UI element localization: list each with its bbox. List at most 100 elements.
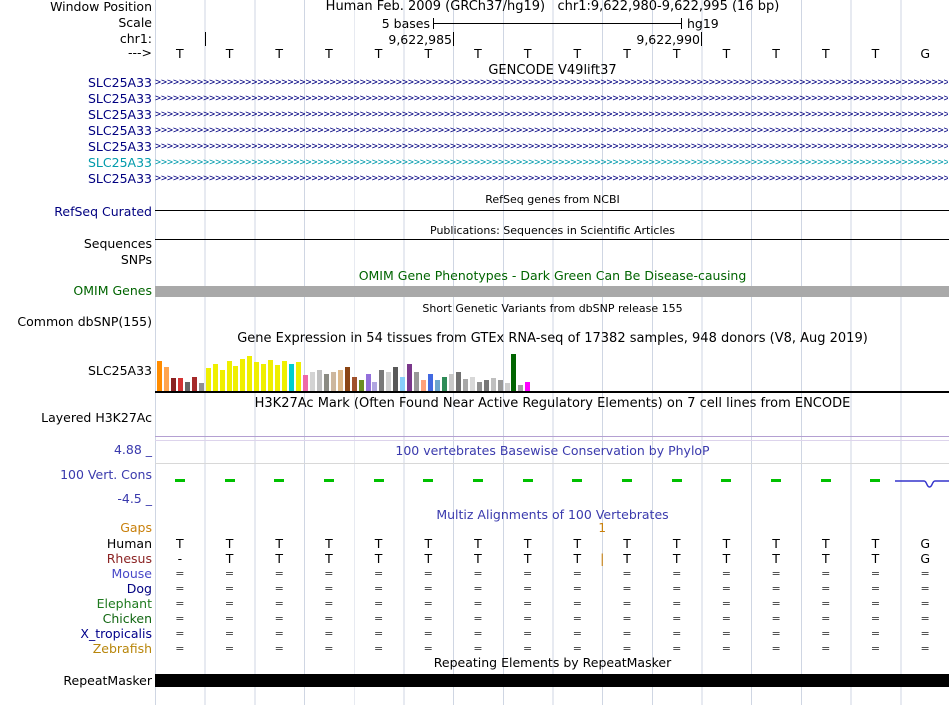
- gtex-bar-10[interactable]: [219, 370, 225, 391]
- gtex-bar-6[interactable]: [191, 377, 197, 391]
- gtex-bar-16[interactable]: [261, 364, 267, 391]
- gtex-bar-49[interactable]: [490, 378, 496, 391]
- gtex-bar-27[interactable]: [337, 370, 343, 391]
- species-label-rhesus[interactable]: Rhesus: [0, 551, 152, 566]
- gtex-bar-8[interactable]: [205, 368, 211, 391]
- species-label-dog[interactable]: Dog: [0, 581, 152, 596]
- gtex-bar-29[interactable]: [351, 377, 357, 391]
- species-label-elephant[interactable]: Elephant: [0, 596, 152, 611]
- repeatmasker-center-label[interactable]: Repeating Elements by RepeatMasker: [155, 656, 950, 670]
- phylop-center-label[interactable]: 100 vertebrates Basewise Conservation by…: [155, 444, 950, 458]
- gene-label-1[interactable]: SLC25A33: [0, 75, 152, 91]
- snps-track-label[interactable]: SNPs: [0, 253, 152, 267]
- species-label-x-tropicalis[interactable]: X_tropicalis: [0, 626, 152, 641]
- gtex-bar-48[interactable]: [483, 380, 489, 391]
- gtex-bar-2[interactable]: [163, 367, 169, 391]
- alignment-row-mouse[interactable]: = = = = = = = = = = = = = = = =: [155, 566, 950, 581]
- alignment-row-chicken[interactable]: = = = = = = = = = = = = = = = =: [155, 611, 950, 626]
- gene-label-5[interactable]: SLC25A33: [0, 139, 152, 155]
- h3k27ac-center-label[interactable]: H3K27Ac Mark (Often Found Near Active Re…: [155, 397, 950, 411]
- species-label-human[interactable]: Human: [0, 536, 152, 551]
- alignment-row-dog[interactable]: = = = = = = = = = = = = = = = =: [155, 581, 950, 596]
- alignment-row-elephant[interactable]: = = = = = = = = = = = = = = = =: [155, 596, 950, 611]
- gtex-bar-52[interactable]: [511, 354, 517, 391]
- omim-track-bar[interactable]: [155, 286, 949, 297]
- gtex-bar-38[interactable]: [414, 372, 420, 391]
- gtex-bar-39[interactable]: [421, 380, 427, 391]
- gtex-bar-22[interactable]: [302, 375, 308, 391]
- gene-label-7[interactable]: SLC25A33: [0, 171, 152, 187]
- dbsnp-center-label[interactable]: Short Genetic Variants from dbSNP releas…: [155, 302, 950, 316]
- gtex-bar-44[interactable]: [455, 372, 461, 391]
- gtex-bar-5[interactable]: [184, 382, 190, 391]
- h3k27ac-track-label[interactable]: Layered H3K27Ac: [0, 411, 152, 425]
- gtex-bar-7[interactable]: [198, 383, 204, 391]
- gene-arrow-row-1[interactable]: >>>>>>>>>>>>>>>>>>>>>>>>>>>>>>>>>>>>>>>>…: [155, 75, 948, 91]
- gtex-bar-30[interactable]: [358, 380, 364, 391]
- gtex-center-label[interactable]: Gene Expression in 54 tissues from GTEx …: [155, 332, 950, 346]
- refseq-track-label[interactable]: RefSeq Curated: [0, 205, 152, 219]
- gene-arrow-row-5[interactable]: >>>>>>>>>>>>>>>>>>>>>>>>>>>>>>>>>>>>>>>>…: [155, 139, 948, 155]
- repeatmasker-track-bar[interactable]: [155, 674, 949, 687]
- gtex-gene-label[interactable]: SLC25A33: [0, 364, 152, 378]
- gtex-bar-47[interactable]: [476, 382, 482, 391]
- gtex-bar-23[interactable]: [309, 372, 315, 391]
- publications-track-line[interactable]: [155, 239, 949, 240]
- species-label-mouse[interactable]: Mouse: [0, 566, 152, 581]
- gene-arrow-row-6[interactable]: >>>>>>>>>>>>>>>>>>>>>>>>>>>>>>>>>>>>>>>>…: [155, 155, 948, 171]
- gtex-bar-51[interactable]: [504, 383, 510, 391]
- species-label-zebrafish[interactable]: Zebrafish: [0, 641, 152, 656]
- gtex-bar-21[interactable]: [296, 362, 301, 391]
- gene-label-6[interactable]: SLC25A33: [0, 155, 152, 171]
- gene-arrow-row-7[interactable]: >>>>>>>>>>>>>>>>>>>>>>>>>>>>>>>>>>>>>>>>…: [155, 171, 948, 187]
- gtex-bar-20[interactable]: [289, 364, 295, 391]
- gtex-bar-17[interactable]: [268, 360, 274, 391]
- gtex-bar-41[interactable]: [435, 380, 440, 391]
- alignment-row-rhesus[interactable]: - T T T T T T T T T T T T T T G |: [155, 551, 950, 566]
- alignment-row-zebrafish[interactable]: = = = = = = = = = = = = = = = =: [155, 641, 950, 656]
- gtex-bar-33[interactable]: [379, 370, 385, 391]
- gtex-bar-34[interactable]: [386, 372, 392, 391]
- h3k27ac-signal-line[interactable]: [155, 436, 949, 437]
- gtex-bar-37[interactable]: [407, 364, 413, 391]
- phylop-track-label[interactable]: 100 Vert. Cons: [0, 468, 152, 482]
- omim-track-label[interactable]: OMIM Genes: [0, 284, 152, 298]
- gtex-bar-45[interactable]: [462, 379, 468, 391]
- gtex-bar-31[interactable]: [365, 374, 371, 391]
- gtex-bar-36[interactable]: [400, 377, 406, 391]
- gene-arrow-row-4[interactable]: >>>>>>>>>>>>>>>>>>>>>>>>>>>>>>>>>>>>>>>>…: [155, 123, 948, 139]
- gene-label-4[interactable]: SLC25A33: [0, 123, 152, 139]
- gtex-bar-50[interactable]: [497, 380, 503, 391]
- gtex-bar-42[interactable]: [441, 377, 447, 391]
- gtex-bar-24[interactable]: [316, 370, 322, 391]
- gtex-bar-1[interactable]: [157, 361, 162, 391]
- publications-center-label[interactable]: Publications: Sequences in Scientific Ar…: [155, 224, 950, 238]
- gene-label-3[interactable]: SLC25A33: [0, 107, 152, 123]
- gtex-bar-19[interactable]: [282, 361, 288, 391]
- alignment-row-x-tropicalis[interactable]: = = = = = = = = = = = = = = = =: [155, 626, 950, 641]
- gene-label-2[interactable]: SLC25A33: [0, 91, 152, 107]
- multiz-center-label[interactable]: Multiz Alignments of 100 Vertebrates: [155, 508, 950, 522]
- gtex-bar-18[interactable]: [275, 365, 281, 391]
- gtex-bar-40[interactable]: [428, 374, 434, 391]
- gtex-bar-26[interactable]: [330, 372, 336, 391]
- gtex-bar-4[interactable]: [177, 378, 183, 391]
- gtex-bar-54[interactable]: [525, 382, 531, 391]
- omim-center-label[interactable]: OMIM Gene Phenotypes - Dark Green Can Be…: [155, 269, 950, 283]
- gtex-bar-9[interactable]: [212, 364, 218, 391]
- gtex-bar-12[interactable]: [233, 366, 239, 391]
- gtex-bar-15[interactable]: [254, 362, 260, 391]
- gene-arrow-row-3[interactable]: >>>>>>>>>>>>>>>>>>>>>>>>>>>>>>>>>>>>>>>>…: [155, 107, 948, 123]
- dbsnp-track-label[interactable]: Common dbSNP(155): [0, 315, 152, 329]
- gtex-bar-3[interactable]: [170, 378, 176, 391]
- gtex-bar-25[interactable]: [323, 374, 329, 391]
- alignment-row-human[interactable]: TTTTTTTTTTTTTTTG: [155, 536, 950, 551]
- sequences-track-label[interactable]: Sequences: [0, 237, 152, 251]
- gtex-bar-28[interactable]: [344, 367, 350, 391]
- gene-arrow-row-2[interactable]: >>>>>>>>>>>>>>>>>>>>>>>>>>>>>>>>>>>>>>>>…: [155, 91, 948, 107]
- refseq-track-line[interactable]: [155, 210, 949, 211]
- gtex-bar-32[interactable]: [372, 382, 378, 391]
- gtex-bar-35[interactable]: [393, 367, 399, 391]
- gtex-bar-46[interactable]: [469, 377, 475, 391]
- gtex-bar-chart[interactable]: [155, 352, 950, 391]
